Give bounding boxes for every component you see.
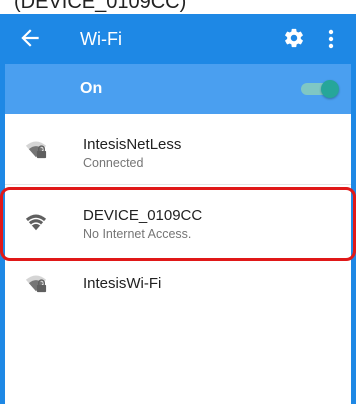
wifi-locked-icon	[25, 141, 47, 159]
switch-thumb	[321, 80, 339, 98]
gear-icon[interactable]	[283, 27, 305, 49]
network-item-intesisnetless[interactable]: IntesisNetLess Connected	[5, 114, 351, 184]
network-list: IntesisNetLess Connected DEVICE_0109CC N…	[5, 114, 351, 404]
network-name: DEVICE_0109CC	[83, 207, 203, 224]
caption-strip: (DEVICE_0109CC)	[0, 0, 356, 14]
network-status: No Internet Access.	[83, 227, 192, 241]
caption-text: (DEVICE_0109CC)	[14, 0, 187, 13]
network-status: Connected	[83, 156, 144, 170]
network-name: IntesisNetLess	[83, 136, 182, 153]
network-name: IntesisWi-Fi	[83, 275, 162, 292]
wifi-toggle-bar[interactable]: On	[5, 64, 351, 114]
frame-border-right	[351, 0, 356, 404]
network-item-device-0109cc[interactable]: DEVICE_0109CC No Internet Access.	[5, 184, 351, 259]
wifi-toggle-label: On	[80, 80, 103, 97]
network-item-intesiswifi[interactable]: IntesisWi-Fi	[5, 259, 351, 309]
arrow-left-icon[interactable]	[17, 25, 43, 51]
page-title: Wi-Fi	[80, 29, 122, 49]
more-vert-icon[interactable]	[325, 26, 337, 52]
wifi-open-icon	[25, 214, 47, 231]
wifi-toggle-switch[interactable]	[301, 80, 339, 98]
screen: (DEVICE_0109CC) Wi-Fi On IntesisNetLess …	[0, 0, 356, 404]
app-bar: Wi-Fi	[5, 14, 351, 64]
wifi-locked-icon	[25, 275, 47, 293]
